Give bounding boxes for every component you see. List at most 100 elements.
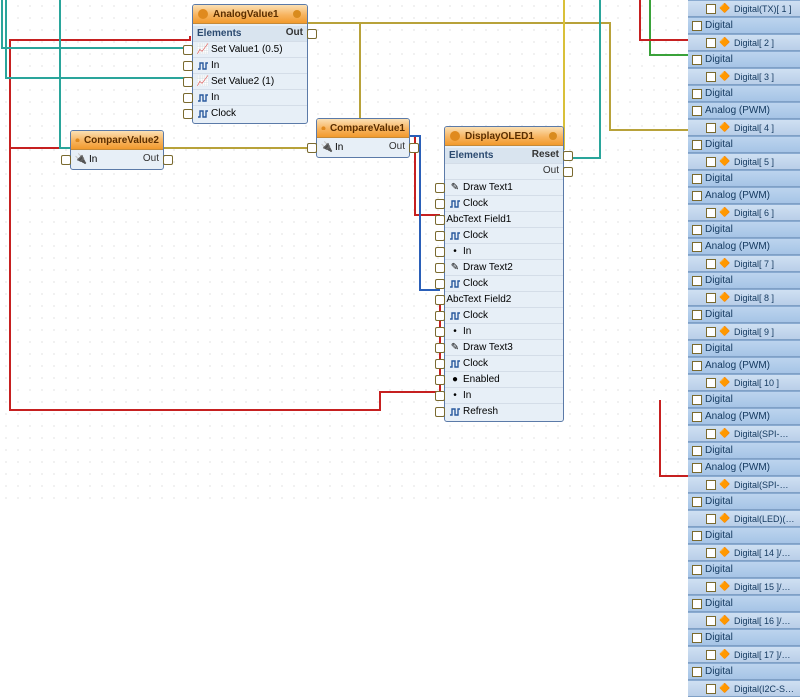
port-pin[interactable]: [706, 293, 716, 303]
arduino-pin[interactable]: 🔶Digital[ 8 ]: [688, 289, 800, 306]
arduino-group[interactable]: Digital: [688, 272, 800, 289]
reset-pin[interactable]: [563, 151, 573, 161]
port-pin[interactable]: [706, 378, 716, 388]
out-pin[interactable]: [409, 143, 419, 153]
row-clock[interactable]: Clock: [445, 355, 563, 371]
node-title[interactable]: CompareValue1: [317, 119, 409, 138]
port-pin[interactable]: [692, 21, 702, 31]
arduino-group[interactable]: Analog (PWM): [688, 459, 800, 476]
port-pin[interactable]: [692, 140, 702, 150]
in-pin[interactable]: [307, 143, 317, 153]
port-pin[interactable]: [692, 446, 702, 456]
row-text-field2[interactable]: AbcText Field2: [445, 291, 563, 307]
in-pin[interactable]: [435, 231, 445, 241]
port-pin[interactable]: [692, 412, 702, 422]
arduino-group[interactable]: Digital: [688, 136, 800, 153]
settings-icon[interactable]: [547, 130, 559, 142]
port-pin[interactable]: [692, 667, 702, 677]
arduino-group[interactable]: Analog (PWM): [688, 357, 800, 374]
row-setvalue2[interactable]: 📈Set Value2 (1): [193, 73, 307, 89]
arduino-group[interactable]: Digital: [688, 221, 800, 238]
arduino-group[interactable]: Digital: [688, 306, 800, 323]
arduino-pin[interactable]: 🔶Digital(SPI-MISO)[ 1: [688, 476, 800, 493]
in-pin[interactable]: [435, 263, 445, 273]
in-pin[interactable]: [61, 155, 71, 165]
arduino-pin[interactable]: 🔶Digital[ 4 ]: [688, 119, 800, 136]
row-in2[interactable]: In: [193, 89, 307, 105]
row-in1[interactable]: In: [193, 57, 307, 73]
arduino-pin[interactable]: 🔶Digital[ 15 ]/AnalogIn: [688, 578, 800, 595]
port-pin[interactable]: [692, 55, 702, 65]
port-pin[interactable]: [706, 157, 716, 167]
row-text-field1[interactable]: AbcText Field1: [445, 211, 563, 227]
arduino-group[interactable]: Digital: [688, 391, 800, 408]
arduino-group[interactable]: Digital: [688, 340, 800, 357]
arduino-pin[interactable]: 🔶Digital(TX)[ 1 ]: [688, 0, 800, 17]
row-in[interactable]: •In: [445, 243, 563, 259]
port-pin[interactable]: [706, 514, 716, 524]
in-pin[interactable]: [435, 327, 445, 337]
arduino-group[interactable]: Digital: [688, 442, 800, 459]
port-pin[interactable]: [692, 633, 702, 643]
port-pin[interactable]: [706, 123, 716, 133]
arduino-group[interactable]: Digital: [688, 561, 800, 578]
port-pin[interactable]: [706, 480, 716, 490]
arduino-pin[interactable]: 🔶Digital[ 16 ]/AnalogIn: [688, 612, 800, 629]
node-comparevalue2[interactable]: CompareValue2 🔌 In Out: [70, 130, 164, 170]
node-title[interactable]: AnalogValue1: [193, 5, 307, 24]
port-pin[interactable]: [706, 429, 716, 439]
node-title[interactable]: CompareValue2: [71, 131, 163, 150]
port-pin[interactable]: [706, 38, 716, 48]
port-pin[interactable]: [692, 361, 702, 371]
arduino-group[interactable]: Digital: [688, 595, 800, 612]
arduino-pin[interactable]: 🔶Digital(LED)(SPI-SCK: [688, 510, 800, 527]
arduino-pin[interactable]: 🔶Digital[ 2 ]: [688, 34, 800, 51]
arduino-group[interactable]: Digital: [688, 663, 800, 680]
port-pin[interactable]: [692, 89, 702, 99]
node-title[interactable]: DisplayOLED1: [445, 127, 563, 146]
port-pin[interactable]: [692, 174, 702, 184]
arduino-pin[interactable]: 🔶Digital[ 6 ]: [688, 204, 800, 221]
port-pin[interactable]: [706, 548, 716, 558]
row-in[interactable]: •In: [445, 387, 563, 403]
out-pin[interactable]: [563, 167, 573, 177]
in-pin[interactable]: [435, 183, 445, 193]
arduino-pin[interactable]: 🔶Digital[ 14 ]/AnalogIn: [688, 544, 800, 561]
in-pin[interactable]: [435, 311, 445, 321]
port-pin[interactable]: [692, 599, 702, 609]
in-pin[interactable]: [183, 77, 193, 87]
port-pin[interactable]: [706, 650, 716, 660]
settings-icon[interactable]: [291, 8, 303, 20]
port-pin[interactable]: [692, 106, 702, 116]
arduino-group[interactable]: Digital: [688, 170, 800, 187]
port-pin[interactable]: [706, 327, 716, 337]
arduino-pin[interactable]: 🔶Digital[ 3 ]: [688, 68, 800, 85]
arduino-group[interactable]: Digital: [688, 493, 800, 510]
arduino-group[interactable]: Digital: [688, 51, 800, 68]
arduino-pin[interactable]: 🔶Digital(SPI-MOSI)[ 1: [688, 425, 800, 442]
arduino-pin[interactable]: 🔶Digital[ 9 ]: [688, 323, 800, 340]
port-pin[interactable]: [692, 344, 702, 354]
port-pin[interactable]: [692, 497, 702, 507]
port-pin[interactable]: [706, 72, 716, 82]
arduino-group[interactable]: Analog (PWM): [688, 408, 800, 425]
in-pin[interactable]: [435, 407, 445, 417]
in-pin[interactable]: [183, 45, 193, 55]
arduino-group[interactable]: Digital: [688, 17, 800, 34]
in-pin[interactable]: [435, 215, 445, 225]
port-pin[interactable]: [692, 276, 702, 286]
port-pin[interactable]: [706, 259, 716, 269]
row-clock[interactable]: Clock: [445, 227, 563, 243]
arduino-pin[interactable]: 🔶Digital[ 10 ]: [688, 374, 800, 391]
row-io[interactable]: 🔌 In Out: [317, 140, 409, 155]
arduino-pin[interactable]: 🔶Digital[ 17 ]/AnalogIn: [688, 646, 800, 663]
arduino-group[interactable]: Analog (PWM): [688, 187, 800, 204]
node-displayoled1[interactable]: DisplayOLED1 ElementsResetOut✎Draw Text1…: [444, 126, 564, 422]
in-pin[interactable]: [435, 295, 445, 305]
in-pin[interactable]: [435, 343, 445, 353]
port-pin[interactable]: [706, 616, 716, 626]
row-draw-text1[interactable]: ✎Draw Text1: [445, 179, 563, 195]
arduino-pin[interactable]: 🔶Digital[ 5 ]: [688, 153, 800, 170]
in-pin[interactable]: [435, 279, 445, 289]
arduino-pin[interactable]: 🔶Digital(I2C-SDA)[ 18 ]/Anal: [688, 680, 800, 697]
